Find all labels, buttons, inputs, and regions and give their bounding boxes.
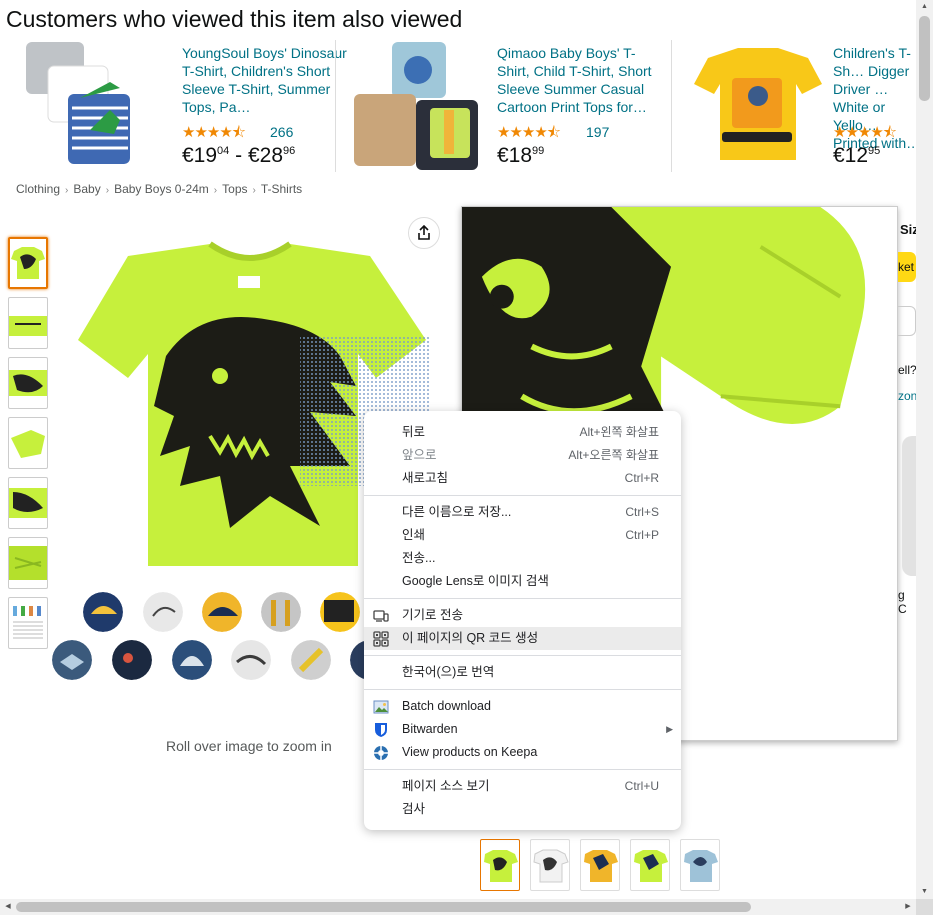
image-thumbnail-list — [8, 237, 48, 657]
image-download-icon — [373, 700, 389, 714]
bitwarden-icon — [375, 723, 387, 737]
menu-item-qr-code[interactable]: 이 페이지의 QR 코드 생성 — [364, 627, 681, 650]
breadcrumb: Clothing › Baby › Baby Boys 0-24m › Tops › T-Shi… — [16, 182, 302, 196]
breadcrumb-separator: › — [252, 185, 256, 196]
product-card[interactable]: Qimaoo Baby Boys' T-Shirt, Child T-Shirt… — [352, 38, 662, 178]
share-button[interactable] — [408, 217, 440, 249]
product-title[interactable]: YoungSoul Boys' Dinosaur T-Shirt, Childr… — [182, 44, 350, 116]
image-thumbnail[interactable] — [8, 417, 48, 469]
color-swatch[interactable] — [112, 640, 152, 680]
breadcrumb-separator: › — [213, 185, 218, 196]
image-thumbnail[interactable] — [8, 537, 48, 589]
product-image[interactable] — [688, 38, 828, 174]
menu-separator — [364, 495, 681, 496]
image-thumbnail[interactable] — [8, 297, 48, 349]
breadcrumb-separator: › — [105, 185, 110, 196]
scrollbar-thumb[interactable] — [16, 902, 751, 912]
page: Customers who viewed this item also view… — [0, 0, 933, 915]
horizontal-scrollbar[interactable]: ◀ ▶ — [0, 899, 916, 915]
image-thumbnail[interactable] — [8, 357, 48, 409]
scroll-left-icon[interactable]: ◀ — [0, 899, 16, 915]
peek-link[interactable]: zon — [898, 389, 917, 403]
submenu-arrow-icon: ▶ — [666, 724, 673, 734]
menu-item-cast[interactable]: 전송... — [364, 547, 681, 570]
zoom-hint: Roll over image to zoom in — [166, 738, 332, 754]
menu-separator — [364, 655, 681, 656]
menu-item-inspect[interactable]: 검사 — [364, 798, 681, 821]
variant-thumbnail[interactable] — [680, 839, 720, 891]
color-swatch[interactable] — [83, 592, 123, 632]
menu-separator — [364, 689, 681, 690]
scrollbar-thumb[interactable] — [919, 16, 930, 101]
color-swatch[interactable] — [143, 592, 183, 632]
price: €1295 — [833, 144, 881, 167]
menu-item-bitwarden[interactable]: Bitwarden ▶ — [364, 718, 681, 741]
color-swatch[interactable] — [52, 640, 92, 680]
product-image[interactable] — [20, 38, 160, 174]
menu-item-translate[interactable]: 한국어(으)로 번역 — [364, 661, 681, 684]
section-title: Customers who viewed this item also view… — [6, 6, 463, 32]
peek-text: ell? — [898, 363, 917, 377]
buy-box-peek: Siz ket ell? zon g C — [898, 206, 919, 706]
menu-item-print[interactable]: 인쇄 Ctrl+P — [364, 524, 681, 547]
color-swatch[interactable] — [320, 592, 360, 632]
menu-item-batch-download[interactable]: Batch download — [364, 695, 681, 718]
scroll-right-icon[interactable]: ▶ — [900, 899, 916, 915]
variant-thumbnail[interactable] — [630, 839, 670, 891]
menu-item-reload[interactable]: 새로고침 Ctrl+R — [364, 467, 681, 490]
menu-item-back[interactable]: 뒤로 Alt+왼쪽 화살표 — [364, 421, 681, 444]
color-swatch[interactable] — [291, 640, 331, 680]
scroll-down-icon[interactable]: ▼ — [916, 885, 933, 899]
color-swatch[interactable] — [261, 592, 301, 632]
keepa-icon — [374, 746, 388, 760]
variant-thumbnail[interactable] — [530, 839, 570, 891]
context-menu: 뒤로 Alt+왼쪽 화살표 앞으로 Alt+오른쪽 화살표 새로고침 Ctrl+R 다… — [364, 411, 681, 830]
product-card[interactable]: Children's T-Sh… Digger Driver … White o… — [688, 38, 916, 178]
menu-separator — [364, 769, 681, 770]
divider — [335, 40, 336, 172]
product-image[interactable] — [352, 38, 492, 174]
devices-icon — [373, 610, 389, 622]
color-swatch[interactable] — [231, 640, 271, 680]
menu-item-save-as[interactable]: 다른 이름으로 저장... Ctrl+S — [364, 501, 681, 524]
price: €1904 - €2896 — [182, 144, 296, 167]
product-title[interactable]: Qimaoo Baby Boys' T-Shirt, Child T-Shirt… — [497, 44, 665, 116]
breadcrumb-item[interactable]: Tops — [222, 182, 247, 196]
product-card[interactable]: YoungSoul Boys' Dinosaur T-Shirt, Childr… — [20, 38, 347, 178]
peek-text: g C — [898, 588, 907, 616]
select-box[interactable] — [898, 306, 916, 336]
variant-thumbnail[interactable] — [480, 839, 520, 891]
divider — [671, 40, 672, 172]
color-swatch[interactable] — [172, 640, 212, 680]
review-count[interactable]: 197 — [586, 124, 609, 140]
color-swatch[interactable] — [202, 592, 242, 632]
price: €1899 — [497, 144, 545, 167]
peek-image[interactable] — [902, 436, 916, 576]
share-icon — [418, 224, 430, 240]
scrollbar-corner — [916, 899, 933, 915]
review-count[interactable]: 266 — [270, 124, 293, 140]
add-to-basket-button[interactable]: ket — [898, 252, 916, 282]
menu-separator — [364, 598, 681, 599]
variant-thumbnail[interactable] — [580, 839, 620, 891]
breadcrumb-item[interactable]: T-Shirts — [261, 182, 302, 196]
vertical-scrollbar[interactable]: ▲ ▼ — [916, 0, 933, 915]
breadcrumb-item[interactable]: Clothing — [16, 182, 60, 196]
image-thumbnail[interactable] — [8, 597, 48, 649]
qr-code-icon — [373, 631, 389, 647]
scroll-up-icon[interactable]: ▲ — [916, 0, 933, 14]
breadcrumb-item[interactable]: Baby Boys 0-24m — [114, 182, 209, 196]
menu-item-send-to-device[interactable]: 기기로 전송 — [364, 604, 681, 627]
image-thumbnail[interactable] — [8, 237, 48, 289]
menu-item-forward[interactable]: 앞으로 Alt+오른쪽 화살표 — [364, 444, 681, 467]
breadcrumb-separator: › — [65, 185, 69, 196]
menu-item-keepa[interactable]: View products on Keepa — [364, 741, 681, 764]
breadcrumb-item[interactable]: Baby — [73, 182, 100, 196]
also-viewed-carousel: YoungSoul Boys' Dinosaur T-Shirt, Childr… — [0, 38, 916, 178]
menu-item-google-lens[interactable]: Google Lens로 이미지 검색 — [364, 570, 681, 593]
menu-item-view-source[interactable]: 페이지 소스 보기 Ctrl+U — [364, 775, 681, 798]
image-thumbnail[interactable] — [8, 477, 48, 529]
